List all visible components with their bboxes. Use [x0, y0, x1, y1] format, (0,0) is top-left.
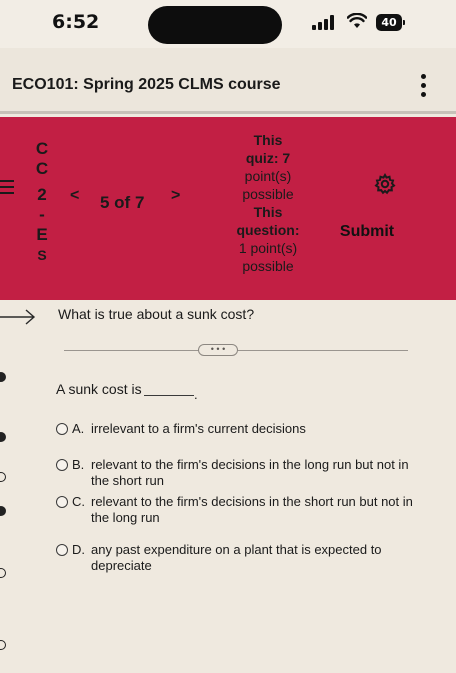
points-info: This quiz: 7 point(s) possible This ques… — [220, 131, 316, 275]
settings-gear-icon[interactable] — [374, 173, 396, 195]
divider-drag-handle[interactable]: • • • — [198, 344, 238, 356]
answer-option-c[interactable]: C. relevant to the firm's decisions in t… — [56, 494, 416, 526]
previous-question-button[interactable]: < — [70, 187, 79, 205]
wifi-icon — [347, 13, 367, 28]
radio-button[interactable] — [56, 423, 68, 435]
answer-option-d[interactable]: D. any past expenditure on a plant that … — [56, 542, 416, 574]
edge-marker — [0, 372, 6, 382]
option-text: irrelevant to a firm's current decisions — [91, 421, 306, 436]
side-label-char: E — [36, 225, 48, 244]
question-text: What is true about a sunk cost? — [58, 306, 255, 322]
option-letter: B. — [72, 457, 85, 472]
arrow-right-icon — [0, 309, 36, 325]
more-options-icon[interactable] — [418, 74, 428, 104]
edge-marker — [0, 640, 6, 650]
edge-marker — [0, 506, 6, 516]
battery-icon: 40 — [376, 14, 405, 31]
radio-button[interactable] — [56, 496, 68, 508]
edge-marker — [0, 472, 6, 482]
option-letter: A. — [72, 421, 85, 436]
option-text: any past expenditure on a plant that is … — [91, 542, 382, 573]
question-points-line: possible — [242, 258, 294, 274]
cellular-signal-icon — [312, 14, 338, 30]
answer-blank — [144, 395, 194, 396]
radio-button[interactable] — [56, 544, 68, 556]
dynamic-island — [148, 6, 282, 44]
status-bar: 6:52 40 — [0, 0, 456, 48]
course-side-label: C C 2 - E S — [34, 139, 50, 265]
edge-marker — [0, 568, 6, 578]
quiz-points-line: point(s) — [244, 168, 292, 184]
side-label-char: S — [37, 247, 47, 263]
side-label-char: C — [35, 159, 49, 178]
course-title: ECO101: Spring 2025 CLMS course — [12, 76, 281, 93]
option-text: relevant to the firm's decisions in the … — [91, 457, 409, 488]
option-letter: D. — [72, 542, 85, 557]
question-points-line: question: — [236, 222, 300, 238]
radio-button[interactable] — [56, 459, 68, 471]
answer-option-b[interactable]: B. relevant to the firm's decisions in t… — [56, 457, 416, 489]
question-points-line: This — [253, 204, 283, 220]
prompt-period: . — [194, 387, 198, 402]
quiz-points-line: This — [253, 132, 283, 148]
course-header: ECO101: Spring 2025 CLMS course — [0, 48, 456, 114]
edge-marker — [0, 432, 6, 442]
next-question-button[interactable]: > — [171, 187, 180, 205]
side-label-char: - — [39, 205, 45, 224]
option-letter: C. — [72, 494, 85, 509]
question-points-line: 1 point(s) — [238, 240, 298, 256]
answer-option-a[interactable]: A. irrelevant to a firm's current decisi… — [56, 421, 416, 437]
submit-button[interactable]: Submit — [322, 217, 412, 247]
menu-icon[interactable] — [0, 180, 14, 198]
question-prompt: A sunk cost is — [56, 381, 142, 397]
status-time: 6:52 — [52, 11, 100, 33]
side-label-char: C — [35, 139, 49, 158]
side-label-char: 2 — [37, 185, 47, 204]
quiz-header: C C 2 - E S < 5 of 7 > This quiz: 7 poin… — [0, 117, 456, 300]
question-counter: 5 of 7 — [100, 193, 145, 212]
option-text: relevant to the firm's decisions in the … — [91, 494, 413, 525]
quiz-points-line: possible — [242, 186, 294, 202]
quiz-points-line: quiz: 7 — [245, 150, 291, 166]
